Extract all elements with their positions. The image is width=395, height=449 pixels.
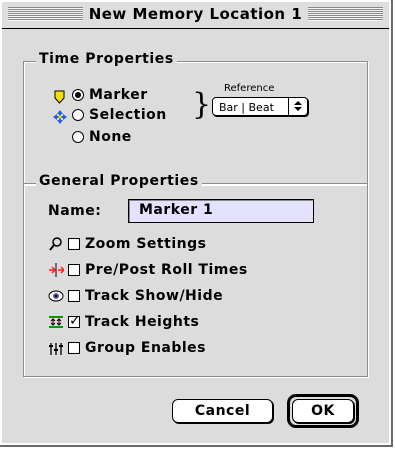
radio-selection-button[interactable] [72,109,84,121]
marker-icon [54,90,65,104]
selection-icon [53,110,67,124]
radio-selection[interactable]: Selection [72,107,167,123]
checkbox-pre-post-roll-label: Pre/Post Roll Times [85,262,248,278]
time-properties-group: Time Properties [23,51,368,185]
magnifier-icon [49,237,62,251]
checkbox-pre-post-roll-box[interactable] [68,264,80,276]
checkbox-group-enables-box[interactable] [68,342,80,354]
time-properties-title: Time Properties [36,51,177,67]
name-label: Name: [48,203,102,219]
checkbox-group-enables-label: Group Enables [85,340,207,356]
radio-none-label: None [89,129,132,145]
title-bar[interactable]: New Memory Location 1 [2,2,389,29]
radio-selection-label: Selection [89,107,167,123]
checkbox-zoom-settings-label: Zoom Settings [85,236,207,252]
track-heights-icon [49,316,63,328]
cancel-button[interactable]: Cancel [172,399,273,423]
checkbox-track-heights[interactable]: Track Heights [68,313,200,330]
checkbox-zoom-settings[interactable]: Zoom Settings [68,236,206,252]
checkbox-track-heights-box[interactable] [68,313,81,329]
checkbox-zoom-settings-box[interactable] [68,238,80,250]
group-icon [49,343,63,355]
radio-marker[interactable]: Marker [72,87,148,103]
checkbox-pre-post-roll[interactable]: Pre/Post Roll Times [68,262,248,278]
popup-arrows-icon [288,98,307,115]
reference-popup[interactable]: Bar | Beat [212,97,308,116]
radio-none[interactable]: None [72,129,132,145]
name-input[interactable]: Marker 1 [128,199,314,223]
reference-value: Bar | Beat [219,101,274,114]
radio-marker-button[interactable] [72,89,84,101]
radio-none-button[interactable] [72,131,84,143]
reference-label: Reference [224,83,275,94]
checkbox-track-heights-label: Track Heights [85,314,200,330]
preroll-icon [49,263,64,277]
ok-button[interactable]: OK [292,399,354,423]
window-title: New Memory Location 1 [2,5,389,23]
eye-icon [48,290,64,302]
checkbox-track-show-hide-box[interactable] [68,290,80,302]
general-properties-title: General Properties [36,173,202,189]
brace-icon: } [192,87,212,122]
checkbox-track-show-hide-label: Track Show/Hide [85,288,224,304]
radio-marker-label: Marker [89,87,148,103]
checkbox-track-show-hide[interactable]: Track Show/Hide [68,288,223,304]
checkbox-group-enables[interactable]: Group Enables [68,340,206,356]
